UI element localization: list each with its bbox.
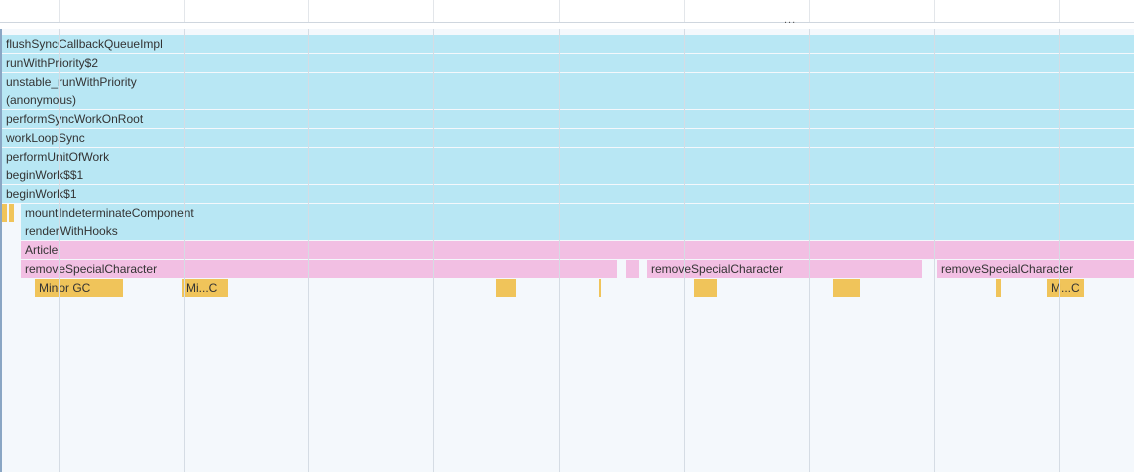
frame-remove-special-character[interactable]: removeSpecialCharacter — [21, 260, 617, 278]
frame-remove-special-character[interactable]: removeSpecialCharacter — [647, 260, 922, 278]
time-ruler: ... — [0, 0, 1134, 26]
frame-minor-gc[interactable]: Minor GC — [35, 279, 123, 297]
ruler-gridline — [1059, 0, 1060, 22]
frame-small-call[interactable] — [9, 204, 14, 222]
frame-run-with-priority[interactable]: runWithPriority$2 — [2, 54, 1134, 72]
frame-render-with-hooks[interactable]: renderWithHooks — [21, 222, 1134, 240]
frame-minor-gc[interactable]: Mi...C — [182, 279, 228, 297]
flame-chart[interactable]: ... flushSyncCallbackQueueImpl runWithPr… — [0, 0, 1134, 472]
frame-work-loop-sync[interactable]: workLoopSync — [2, 129, 1134, 147]
ruler-gridline — [59, 0, 60, 22]
frame-minor-gc[interactable] — [694, 279, 717, 297]
ruler-gridline — [809, 0, 810, 22]
frame-begin-work-dollar-dollar-1[interactable]: beginWork$$1 — [2, 166, 1134, 184]
frame-flush-sync[interactable]: flushSyncCallbackQueueImpl — [2, 35, 1134, 53]
ruler-gridline — [308, 0, 309, 22]
ruler-gridline — [433, 0, 434, 22]
frame-small-call[interactable] — [2, 204, 7, 222]
frame-begin-work-1[interactable]: beginWork$1 — [2, 185, 1134, 203]
time-gridline — [1059, 29, 1060, 472]
time-gridline — [934, 29, 935, 472]
ruler-gridline — [934, 0, 935, 22]
frame-small-call[interactable] — [626, 260, 639, 278]
ruler-gridline — [559, 0, 560, 22]
frame-anonymous[interactable]: (anonymous) — [2, 91, 1134, 109]
frame-remove-special-character[interactable]: removeSpecialCharacter — [937, 260, 1134, 278]
frame-minor-gc[interactable] — [996, 279, 1001, 297]
track-header-strip — [0, 23, 1134, 29]
frame-minor-gc[interactable] — [833, 279, 860, 297]
frame-perform-sync-work[interactable]: performSyncWorkOnRoot — [2, 110, 1134, 128]
time-gridline — [308, 29, 309, 472]
time-gridline — [809, 29, 810, 472]
time-gridline — [433, 29, 434, 472]
time-gridline — [184, 29, 185, 472]
frame-perform-unit-of-work[interactable]: performUnitOfWork — [2, 148, 1134, 166]
frame-minor-gc[interactable] — [599, 279, 601, 297]
ruler-gridline — [184, 0, 185, 22]
ruler-gridline — [684, 0, 685, 22]
frame-unstable-run-with-priority[interactable]: unstable_runWithPriority — [2, 73, 1134, 91]
frame-minor-gc[interactable]: M...C — [1047, 279, 1084, 297]
time-gridline — [559, 29, 560, 472]
frame-mount-indeterminate[interactable]: mountIndeterminateComponent — [21, 204, 1134, 222]
time-gridline — [684, 29, 685, 472]
frame-minor-gc[interactable] — [496, 279, 516, 297]
time-gridline — [59, 29, 60, 472]
frame-article[interactable]: Article — [21, 241, 1134, 259]
